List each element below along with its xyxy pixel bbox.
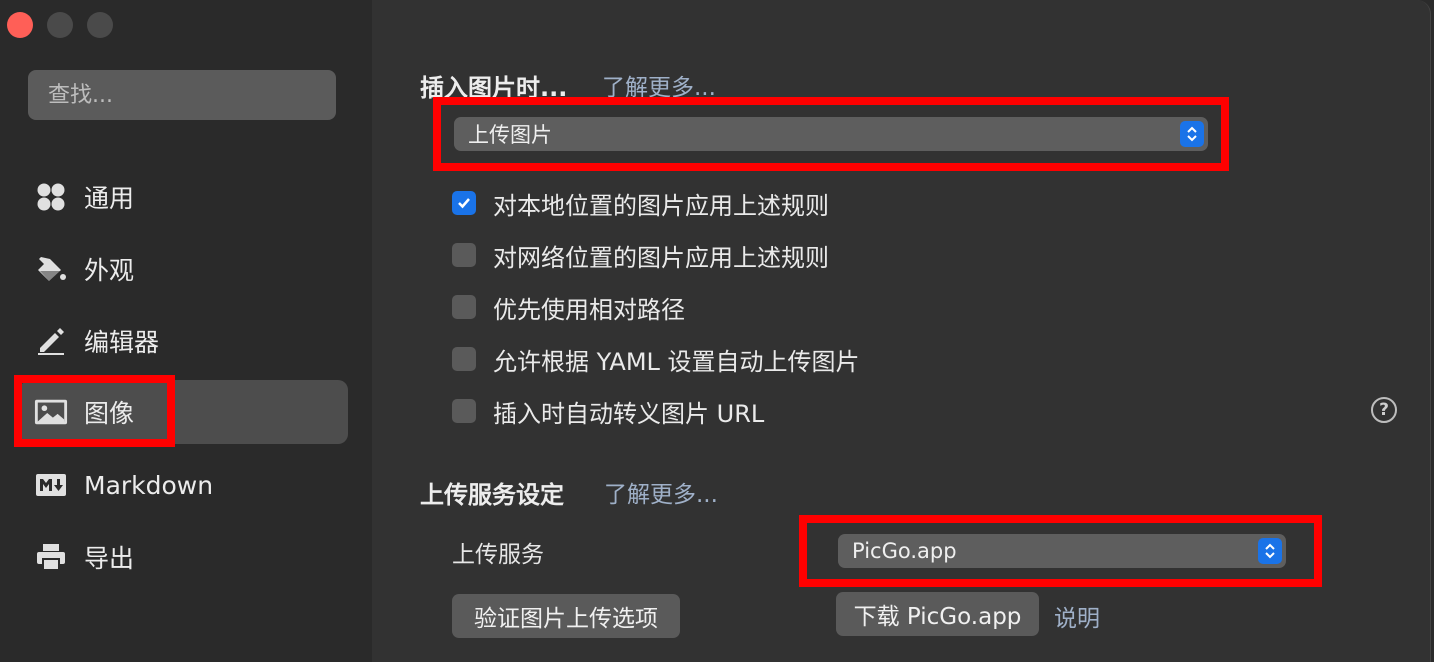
markdown-icon — [34, 468, 68, 502]
learn-more-link[interactable]: 了解更多... — [604, 475, 718, 509]
option-label: 对网络位置的图片应用上述规则 — [493, 243, 829, 272]
checkbox[interactable] — [452, 347, 476, 371]
sidebar-item-appearance[interactable]: 外观 — [20, 237, 348, 301]
sidebar-item-editor[interactable]: 编辑器 — [20, 309, 348, 373]
option-row[interactable]: 优先使用相对路径 — [452, 291, 685, 324]
grid-icon — [34, 180, 68, 214]
option-row[interactable]: 对网络位置的图片应用上述规则 — [452, 239, 829, 272]
option-row[interactable]: 允许根据 YAML 设置自动上传图片 — [452, 343, 860, 376]
option-label: 对本地位置的图片应用上述规则 — [493, 191, 829, 220]
chevron-up-down-icon — [1180, 121, 1204, 147]
search-input[interactable] — [28, 70, 336, 120]
pencil-icon — [34, 324, 68, 358]
explain-link[interactable]: 说明 — [1054, 599, 1100, 633]
sidebar-item-label: 编辑器 — [84, 328, 160, 357]
upload-service-label: 上传服务 — [452, 542, 544, 568]
option-label: 优先使用相对路径 — [493, 295, 685, 324]
sidebar-item-label: 通用 — [84, 184, 135, 213]
minimize-icon[interactable] — [47, 12, 73, 38]
zoom-icon[interactable] — [87, 12, 113, 38]
verify-upload-button[interactable]: 验证图片上传选项 — [452, 594, 680, 638]
chevron-up-down-icon — [1258, 538, 1282, 564]
sidebar-item-label: Markdown — [84, 470, 214, 500]
sidebar-item-image[interactable]: 图像 — [20, 380, 348, 444]
checkbox[interactable] — [452, 295, 476, 319]
section-title-upload: 上传服务设定 — [420, 481, 564, 509]
sidebar-item-label: 图像 — [84, 399, 135, 428]
learn-more-link[interactable]: 了解更多... — [602, 68, 716, 102]
option-label: 允许根据 YAML 设置自动上传图片 — [493, 347, 860, 376]
select-value: 上传图片 — [468, 123, 552, 147]
image-icon — [34, 395, 68, 429]
paint-bucket-icon — [34, 252, 68, 286]
sidebar-item-export[interactable]: 导出 — [20, 525, 348, 589]
option-row[interactable]: 插入时自动转义图片 URL — [452, 395, 765, 428]
help-icon[interactable]: ? — [1371, 397, 1397, 423]
insert-action-select[interactable]: 上传图片 — [454, 117, 1208, 151]
sidebar-item-label: 导出 — [84, 544, 135, 573]
checkbox-checked[interactable] — [452, 191, 476, 215]
option-row[interactable]: 对本地位置的图片应用上述规则 — [452, 187, 829, 220]
upload-service-select[interactable]: PicGo.app — [838, 534, 1286, 568]
checkbox[interactable] — [452, 399, 476, 423]
checkbox[interactable] — [452, 243, 476, 267]
preferences-window: 通用 外观 编辑器 — [0, 0, 1434, 662]
sidebar: 通用 外观 编辑器 — [0, 0, 372, 662]
sidebar-item-general[interactable]: 通用 — [20, 165, 348, 229]
select-value: PicGo.app — [852, 539, 957, 563]
close-icon[interactable] — [7, 12, 33, 38]
sidebar-item-label: 外观 — [84, 256, 135, 285]
section-title-insert: 插入图片时... — [420, 74, 568, 102]
sidebar-item-markdown[interactable]: Markdown — [20, 453, 348, 517]
option-label: 插入时自动转义图片 URL — [493, 399, 765, 428]
download-picgo-button[interactable]: 下载 PicGo.app — [836, 592, 1039, 636]
printer-icon — [34, 540, 68, 574]
